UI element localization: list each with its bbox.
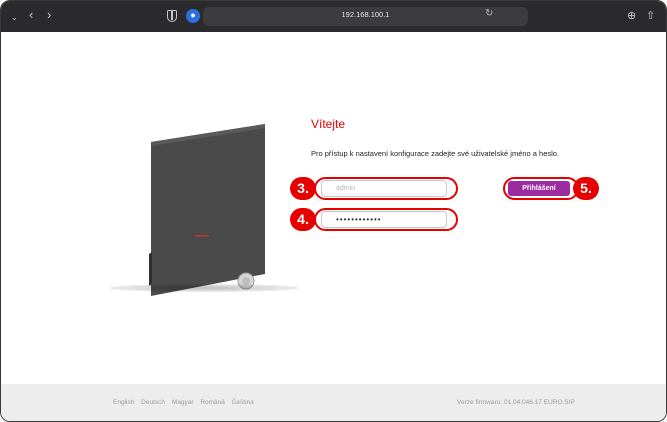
language-link[interactable]: Deutsch [141,399,165,406]
shield-icon[interactable] [167,10,177,22]
router-image [149,124,265,296]
language-link[interactable]: Română [200,399,225,406]
username-highlight [314,177,458,200]
router-shadow [109,284,299,292]
password-highlight [314,208,458,231]
forward-arrow-icon[interactable]: › [47,8,51,22]
footer: English Deutsch Magyar Română Čeština Ve… [1,384,666,421]
reload-icon[interactable]: ↻ [485,8,493,19]
download-icon[interactable]: ⊕ [627,9,636,23]
firmware-version: Verze firmwaru: 01.04.046.17.EURO.SIP [457,399,575,406]
intro-text: Pro přístup k nastavení konfigurace zade… [311,149,560,158]
language-link[interactable]: Magyar [172,399,194,406]
share-icon[interactable]: ⇧ [646,9,655,23]
step-5-badge: 5. [573,177,599,200]
login-button[interactable]: Přihlášení [508,181,570,196]
address-bar[interactable]: 192.168.100.1 ↻ [203,7,528,26]
chevron-down-icon[interactable]: ⌄ [11,11,18,25]
step-3-badge: 3. [290,177,316,200]
url-text: 192.168.100.1 [341,10,390,19]
step-4-badge: 4. [290,208,316,231]
back-arrow-icon[interactable]: ‹ [29,8,33,22]
language-link[interactable]: Čeština [232,399,254,406]
language-link[interactable]: English [113,399,134,406]
password-manager-icon[interactable]: ● [186,9,200,23]
browser-window: ⌄ ‹ › ● 192.168.100.1 ↻ ⊕ ⇧ Vítejte Pro … [0,0,667,422]
language-list: English Deutsch Magyar Română Čeština [113,399,259,406]
browser-toolbar: ⌄ ‹ › ● 192.168.100.1 ↻ ⊕ ⇧ [1,1,666,32]
page-title: Vítejte [311,117,346,131]
